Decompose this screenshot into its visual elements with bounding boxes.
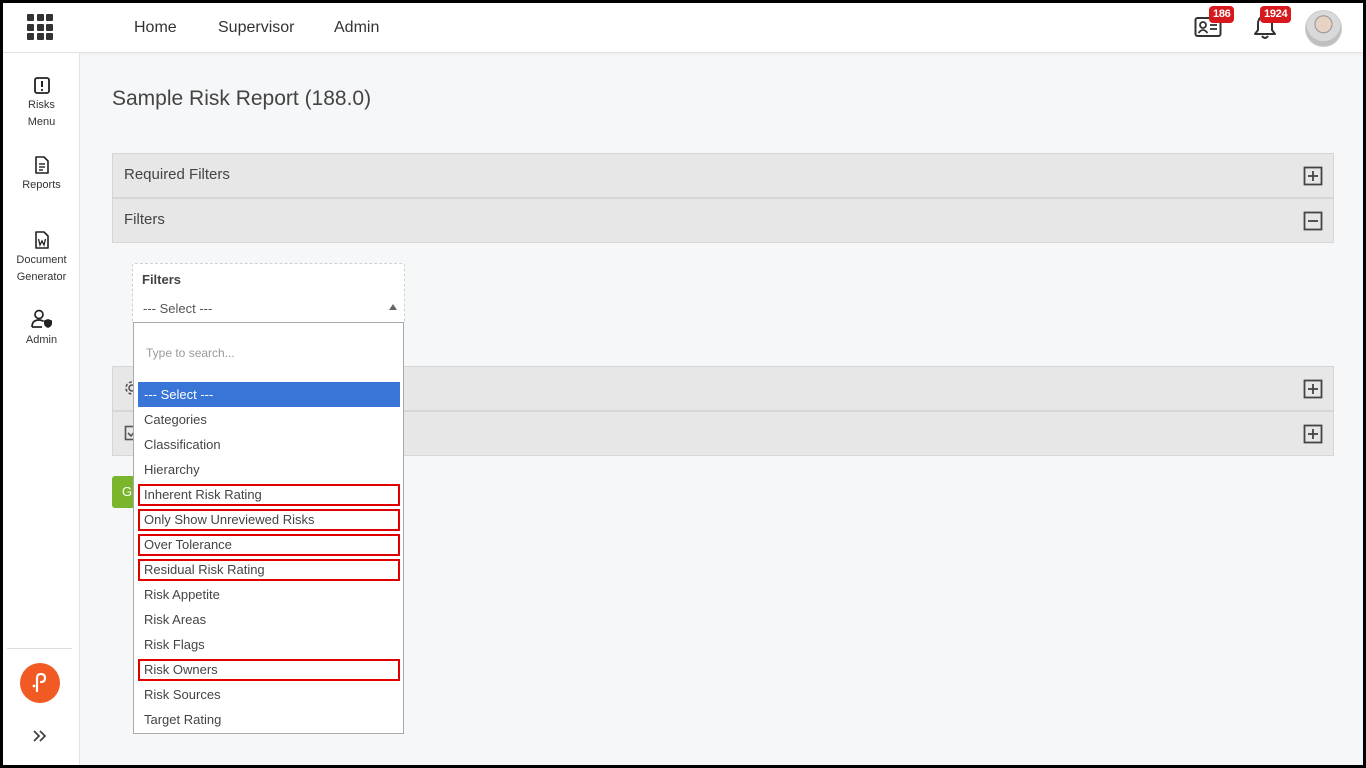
sidebar: Risks Menu Reports Document Generator Ad…	[3, 53, 80, 765]
sidebar-item-label: Risks	[28, 99, 55, 111]
dropdown-option[interactable]: Classification	[138, 432, 400, 457]
dropdown-option[interactable]: Residual Risk Rating	[138, 558, 400, 581]
filters-label: Filters	[142, 272, 182, 287]
filters-select-container: Filters --- Select ---	[132, 263, 405, 323]
dropdown-option[interactable]: Risk Sources	[138, 682, 400, 707]
document-icon	[34, 156, 49, 174]
user-avatar[interactable]	[1305, 10, 1342, 47]
sidebar-item-label: Reports	[22, 179, 61, 191]
nav-supervisor[interactable]: Supervisor	[218, 3, 294, 53]
dropdown-option[interactable]: Target Rating	[138, 707, 400, 732]
sidebar-item-label: Generator	[16, 271, 67, 283]
brand-logo-icon	[32, 672, 47, 693]
app-window: Home Supervisor Admin 186 1924 Risks Men…	[3, 3, 1363, 765]
sidebar-item-admin[interactable]: Admin	[3, 309, 80, 349]
sidebar-divider	[7, 648, 72, 649]
dropdown-option[interactable]: Risk Owners	[138, 658, 400, 681]
minus-square-icon[interactable]	[1303, 211, 1323, 231]
dropdown-option[interactable]: Over Tolerance	[138, 533, 400, 556]
sidebar-item-label: Admin	[25, 334, 58, 346]
dropdown-option[interactable]: Risk Flags	[138, 632, 400, 657]
alert-square-icon	[33, 77, 50, 94]
panel-title: Required Filters	[124, 166, 230, 183]
sidebar-item-label: Menu	[27, 116, 56, 128]
search-input[interactable]	[138, 333, 399, 373]
dropdown-option[interactable]: Only Show Unreviewed Risks	[138, 508, 400, 531]
word-document-icon	[34, 231, 49, 249]
top-bar: Home Supervisor Admin 186 1924	[3, 3, 1363, 53]
filters-dropdown: --- Select ---CategoriesClassificationHi…	[133, 322, 404, 734]
panel-title: Filters	[124, 211, 165, 228]
sidebar-item-label: Document	[16, 254, 67, 266]
dropdown-option[interactable]: Hierarchy	[138, 457, 400, 482]
dropdown-option[interactable]: Categories	[138, 407, 400, 432]
panel-filters[interactable]: Filters	[112, 198, 1334, 243]
expand-sidebar-icon[interactable]	[32, 729, 48, 743]
sidebar-item-risks-menu[interactable]: Risks Menu	[3, 77, 80, 131]
page-title: Sample Risk Report (188.0)	[112, 87, 372, 110]
plus-square-icon[interactable]	[1303, 379, 1323, 399]
dropdown-option[interactable]: Risk Appetite	[138, 582, 400, 607]
nav-home[interactable]: Home	[134, 3, 177, 53]
brand-logo[interactable]	[20, 663, 60, 703]
caret-up-icon[interactable]	[389, 304, 397, 310]
dropdown-option[interactable]: Inherent Risk Rating	[138, 483, 400, 506]
panel-required-filters[interactable]: Required Filters	[112, 153, 1334, 198]
app-grid-icon[interactable]	[27, 14, 53, 40]
dropdown-option[interactable]: Risk Areas	[138, 607, 400, 632]
filters-select[interactable]: --- Select ---	[143, 301, 212, 316]
notifications-badge: 1924	[1260, 6, 1292, 23]
plus-square-icon[interactable]	[1303, 166, 1323, 186]
sidebar-item-reports[interactable]: Reports	[3, 156, 80, 194]
dropdown-option[interactable]: --- Select ---	[138, 382, 400, 407]
plus-square-icon[interactable]	[1303, 424, 1323, 444]
user-shield-icon	[30, 309, 52, 328]
sidebar-item-document-generator[interactable]: Document Generator	[3, 231, 80, 286]
nav-admin[interactable]: Admin	[334, 3, 379, 53]
messages-badge: 186	[1209, 6, 1235, 23]
